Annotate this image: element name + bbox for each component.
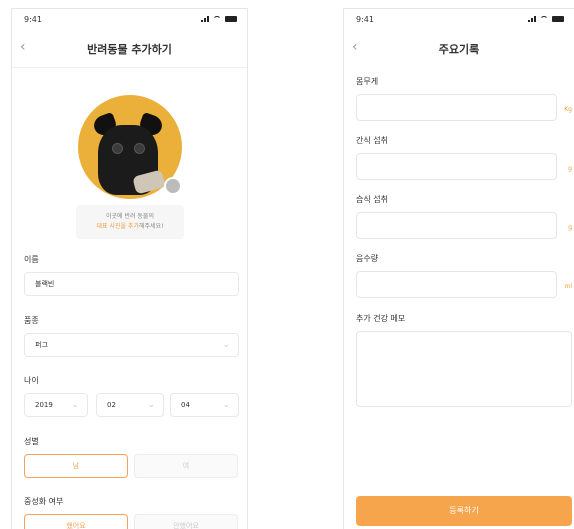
hint-line2: 대표 사진을 추가해주세요! bbox=[76, 222, 184, 232]
neutered-no-option[interactable]: 안했어요 bbox=[134, 514, 238, 529]
pug-eye bbox=[112, 143, 123, 154]
signal-icon bbox=[201, 16, 209, 22]
battery-icon bbox=[225, 16, 237, 22]
day-value: 04 bbox=[181, 401, 190, 409]
chevron-down-icon: ⌄ bbox=[222, 340, 230, 350]
chevron-down-icon: ⌄ bbox=[222, 400, 230, 410]
status-icons bbox=[201, 16, 237, 22]
water-label: 음수량 bbox=[356, 254, 379, 263]
gender-male-option[interactable]: 남 bbox=[24, 454, 128, 478]
signal-icon bbox=[528, 16, 536, 22]
status-time: 9:41 bbox=[356, 15, 374, 24]
age-label: 나이 bbox=[24, 376, 39, 385]
year-select[interactable]: 2019 ⌄ bbox=[24, 393, 88, 417]
wifi-icon bbox=[540, 16, 548, 22]
add-pet-screen: 9:41 ‹ 반려동물 추가하기 이곳에 반려 동물의 대표 사진을 추가해주세… bbox=[11, 8, 248, 529]
status-bar: 9:41 bbox=[12, 15, 247, 29]
water-input[interactable] bbox=[356, 271, 557, 298]
snack-input[interactable] bbox=[356, 153, 557, 180]
memo-label: 추가 건강 메모 bbox=[356, 314, 406, 323]
status-bar: 9:41 bbox=[344, 15, 574, 29]
name-value: 블랙빈 bbox=[35, 280, 55, 288]
name-input[interactable]: 블랙빈 bbox=[24, 272, 239, 296]
wetfood-unit: g bbox=[568, 224, 572, 231]
weight-unit: Kg bbox=[564, 106, 572, 113]
pug-eye bbox=[134, 143, 145, 154]
photo-hint: 이곳에 반려 동물의 대표 사진을 추가해주세요! bbox=[76, 205, 184, 239]
neutered-label: 중성화 여부 bbox=[24, 497, 64, 506]
breed-value: 퍼그 bbox=[35, 341, 48, 349]
status-time: 9:41 bbox=[24, 15, 42, 24]
nav-bar: ‹ 주요기록 bbox=[344, 37, 574, 61]
camera-icon[interactable] bbox=[164, 177, 182, 195]
wifi-icon bbox=[213, 16, 221, 22]
snack-unit: g bbox=[568, 165, 572, 172]
day-select[interactable]: 04 ⌄ bbox=[170, 393, 239, 417]
divider bbox=[12, 67, 247, 68]
weight-input[interactable] bbox=[356, 94, 557, 121]
name-label: 이름 bbox=[24, 255, 39, 264]
wetfood-input[interactable] bbox=[356, 212, 557, 239]
hint-line1: 이곳에 반려 동물의 bbox=[106, 213, 154, 220]
health-record-screen: 9:41 ‹ 주요기록 몸무게 Kg 간식 섭취 g 습식 섭취 g 음수량 m… bbox=[343, 8, 574, 529]
breed-label: 품종 bbox=[24, 316, 39, 325]
snack-label: 간식 섭취 bbox=[356, 136, 388, 145]
chevron-down-icon: ⌄ bbox=[71, 400, 79, 410]
page-title: 반려동물 추가하기 bbox=[87, 43, 172, 56]
page-title: 주요기록 bbox=[438, 43, 480, 56]
weight-label: 몸무게 bbox=[356, 77, 379, 86]
month-select[interactable]: 02 ⌄ bbox=[96, 393, 164, 417]
water-unit: ml bbox=[564, 283, 572, 290]
neutered-yes-option[interactable]: 했어요 bbox=[24, 514, 128, 529]
nav-bar: ‹ 반려동물 추가하기 bbox=[12, 37, 247, 61]
status-icons bbox=[528, 16, 564, 22]
memo-textarea[interactable] bbox=[356, 331, 572, 407]
pet-photo[interactable] bbox=[78, 95, 182, 199]
breed-select[interactable]: 퍼그 ⌄ bbox=[24, 333, 239, 357]
chevron-down-icon: ⌄ bbox=[147, 400, 155, 410]
gender-label: 성별 bbox=[24, 437, 39, 446]
month-value: 02 bbox=[107, 401, 116, 409]
wetfood-label: 습식 섭취 bbox=[356, 195, 388, 204]
gender-female-option[interactable]: 여 bbox=[134, 454, 238, 478]
year-value: 2019 bbox=[35, 401, 53, 409]
hint-rest: 해주세요! bbox=[138, 223, 164, 230]
hint-accent: 대표 사진을 추가 bbox=[96, 223, 139, 230]
submit-button[interactable]: 등록하기 bbox=[356, 496, 572, 526]
battery-icon bbox=[552, 16, 564, 22]
